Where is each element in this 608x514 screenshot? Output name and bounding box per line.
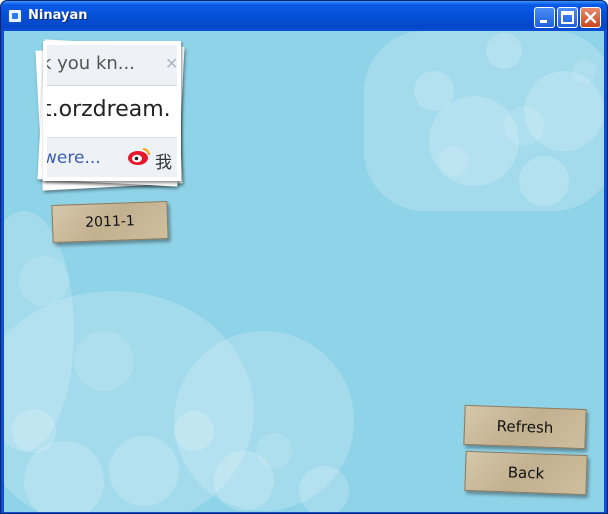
- weibo-icon: [128, 148, 150, 165]
- minimize-icon: [540, 20, 547, 23]
- app-icon: [8, 9, 22, 23]
- thumbnail-text: 我: [155, 153, 172, 173]
- thumbnail-text: were...: [43, 148, 101, 168]
- album-view: k you kn... ✕ t.orzdream. were... 我 2011…: [4, 31, 604, 512]
- maximize-button[interactable]: [557, 7, 578, 28]
- album-date-label[interactable]: 2011-1: [51, 200, 169, 244]
- thumbnail-text: t.orzdream.: [43, 97, 171, 122]
- close-icon: ✕: [165, 54, 179, 73]
- album-thumbnail[interactable]: k you kn... ✕ t.orzdream. were... 我: [35, 37, 187, 191]
- close-button[interactable]: [580, 7, 601, 28]
- thumbnail-text: k you kn...: [43, 53, 135, 74]
- window-title: Ninayan: [28, 8, 88, 23]
- refresh-button[interactable]: Refresh: [463, 404, 587, 450]
- minimize-button[interactable]: [534, 7, 555, 28]
- app-window: Ninayan k you kn... ✕ t.orzdream. were..…: [0, 0, 608, 514]
- maximize-icon: [561, 11, 574, 24]
- back-button[interactable]: Back: [464, 450, 588, 496]
- photo-preview: k you kn... ✕ t.orzdream. were... 我: [43, 41, 181, 181]
- close-icon: [584, 11, 597, 24]
- title-bar[interactable]: Ninayan: [1, 1, 607, 31]
